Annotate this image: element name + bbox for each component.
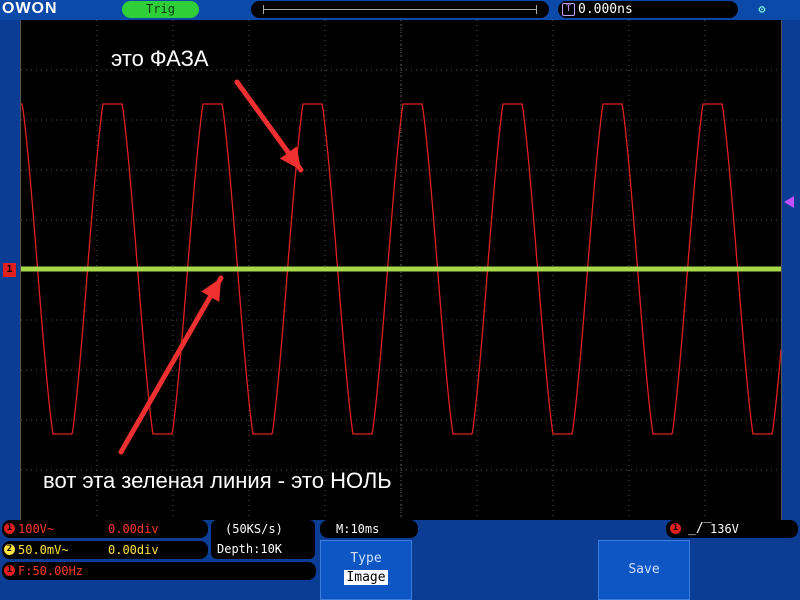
horizontal-position-readout: T 0.000ns (558, 1, 738, 18)
ch2-scale: 50.0mV~ (18, 543, 69, 557)
ch1-ground-marker[interactable]: 1 (3, 263, 16, 277)
phase-annotation: это ФАЗА (111, 46, 209, 71)
trigger-position-icon: T (562, 3, 575, 16)
frequency-info: 1 F:50.00Hz (2, 562, 316, 580)
timebase-value: M:10ms (336, 522, 380, 536)
bottom-panel: 1 100V~ 0.00div 2 50.0mV~ 0.00div 1 F:50… (0, 520, 800, 600)
memory-left-cap (263, 5, 264, 14)
rising-edge-icon: _/‾ (688, 521, 712, 536)
usb-icon: ⚙ (758, 2, 766, 16)
frequency-value: F:50.00Hz (18, 564, 84, 578)
ch1-badge: 1 (4, 523, 15, 534)
freq-badge: 1 (4, 565, 15, 576)
ch1-scale: 100V~ (18, 522, 55, 536)
brand-logo: OWON (2, 0, 58, 17)
timebase-info[interactable]: M:10ms (320, 520, 418, 538)
trigger-source-badge: 1 (670, 523, 681, 534)
ch2-info[interactable]: 2 50.0mV~ 0.00div (2, 541, 208, 559)
waveform-display: это ФАЗА вот эта зеленая линия - это НОЛ… (20, 20, 782, 520)
type-softkey-value: Image (344, 570, 388, 585)
trigger-status-badge: Trig (122, 1, 199, 18)
horizontal-position-value: 0.000ns (578, 2, 633, 17)
type-softkey-title: Type (350, 551, 382, 566)
type-softkey[interactable]: Type Image (320, 540, 412, 600)
trigger-level-marker[interactable] (784, 196, 794, 208)
waveform-svg (21, 20, 781, 520)
memory-right-cap (536, 5, 537, 14)
memory-position-bar[interactable] (251, 1, 549, 18)
trigger-level: 136V (710, 522, 739, 536)
ch1-info[interactable]: 1 100V~ 0.00div (2, 520, 208, 538)
memory-track (263, 9, 537, 10)
acquisition-info: (50KS/s) Depth:10K (211, 520, 315, 559)
ch2-offset: 0.00div (108, 543, 159, 557)
zero-arrow (118, 275, 224, 455)
zero-annotation: вот эта зеленая линия - это НОЛЬ (43, 468, 392, 493)
top-status-bar: OWON Trig T 0.000ns ⚙ (0, 0, 800, 20)
ch2-badge: 2 (4, 544, 15, 555)
memory-depth: Depth:10K (217, 542, 283, 556)
sample-rate: (50KS/s) (225, 522, 283, 536)
ch1-offset: 0.00div (108, 522, 159, 536)
save-softkey[interactable]: Save (598, 540, 690, 600)
trigger-info[interactable]: 1 _/‾ 136V (666, 520, 798, 538)
